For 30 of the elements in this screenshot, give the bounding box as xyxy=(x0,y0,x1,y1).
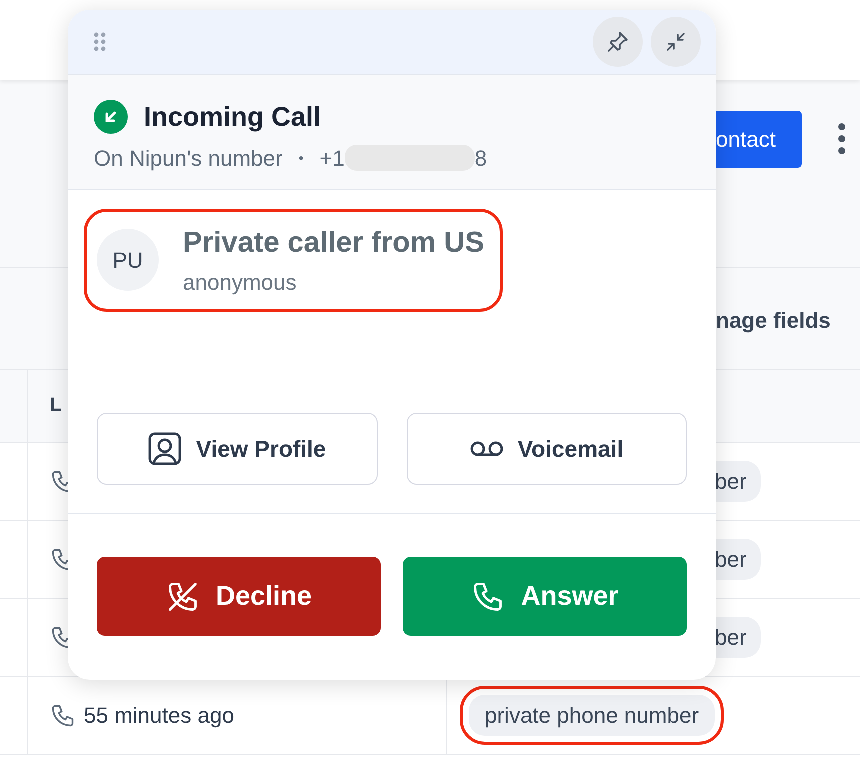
phone-number-end: 8 xyxy=(474,144,488,172)
time-text: 55 minutes ago xyxy=(84,702,234,730)
minimize-icon xyxy=(664,30,688,54)
more-icon[interactable] xyxy=(838,123,846,155)
call-title: Incoming Call xyxy=(144,101,322,134)
column-header: L xyxy=(50,394,62,418)
profile-icon xyxy=(148,432,182,466)
add-contact-button[interactable]: ontact xyxy=(716,111,802,168)
caller-subtitle: anonymous xyxy=(183,268,298,297)
pin-button[interactable] xyxy=(593,17,643,67)
incoming-call-icon xyxy=(94,100,128,134)
manage-fields-link[interactable]: nage fields xyxy=(716,304,831,369)
view-profile-button[interactable]: View Profile xyxy=(97,413,378,485)
answer-button[interactable]: Answer xyxy=(403,557,687,636)
voicemail-button[interactable]: Voicemail xyxy=(406,413,687,485)
tag: private phone number xyxy=(469,695,716,736)
phone-icon xyxy=(50,702,76,728)
caller-name: Private caller from US xyxy=(183,226,484,261)
voicemail-icon xyxy=(470,441,504,457)
minimize-button[interactable] xyxy=(651,17,701,67)
decline-button[interactable]: Decline xyxy=(97,557,381,636)
tag: ber xyxy=(715,617,761,658)
separator-dot: • xyxy=(298,148,304,168)
phone-number-start: +1 xyxy=(320,144,345,172)
line-label: On Nipun's number xyxy=(94,144,283,173)
tag: ber xyxy=(715,539,761,580)
drag-handle-icon[interactable] xyxy=(94,32,106,52)
pin-icon xyxy=(606,30,630,54)
tag: ber xyxy=(715,461,761,502)
caller-avatar: PU xyxy=(97,229,159,292)
